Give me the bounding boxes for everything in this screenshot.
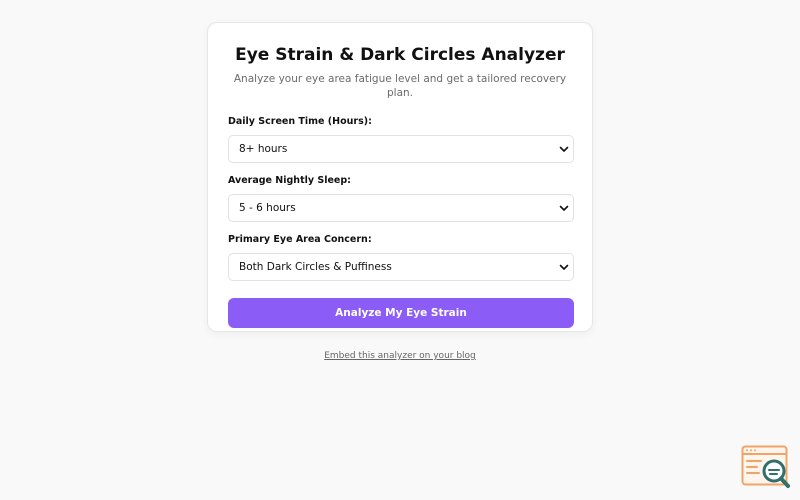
embed-link-container: Embed this analyzer on your blog <box>0 350 800 362</box>
search-analytics-logo-icon[interactable] <box>741 445 791 490</box>
sleep-select[interactable]: 5 - 6 hours <box>228 194 574 222</box>
screen-time-select[interactable]: 8+ hours <box>228 135 574 163</box>
chevron-down-icon <box>559 264 569 270</box>
sleep-field: Average Nightly Sleep: 5 - 6 hours <box>228 175 574 222</box>
concern-field: Primary Eye Area Concern: Both Dark Circ… <box>228 234 574 281</box>
concern-selected-value: Both Dark Circles & Puffiness <box>239 261 392 273</box>
chevron-down-icon <box>559 205 569 211</box>
sleep-selected-value: 5 - 6 hours <box>239 202 296 214</box>
analyzer-card: Eye Strain & Dark Circles Analyzer Analy… <box>207 22 593 332</box>
concern-select[interactable]: Both Dark Circles & Puffiness <box>228 253 574 281</box>
page-subtitle: Analyze your eye area fatigue level and … <box>233 73 567 99</box>
concern-label: Primary Eye Area Concern: <box>228 234 372 245</box>
page: Eye Strain & Dark Circles Analyzer Analy… <box>0 0 800 500</box>
screen-time-label: Daily Screen Time (Hours): <box>228 116 372 127</box>
screen-time-field: Daily Screen Time (Hours): 8+ hours <box>228 116 574 163</box>
sleep-label: Average Nightly Sleep: <box>228 175 351 186</box>
chevron-down-icon <box>559 146 569 152</box>
page-title: Eye Strain & Dark Circles Analyzer <box>235 45 565 65</box>
screen-time-selected-value: 8+ hours <box>239 143 288 155</box>
analyze-button[interactable]: Analyze My Eye Strain <box>228 298 574 328</box>
embed-link[interactable]: Embed this analyzer on your blog <box>324 351 476 361</box>
